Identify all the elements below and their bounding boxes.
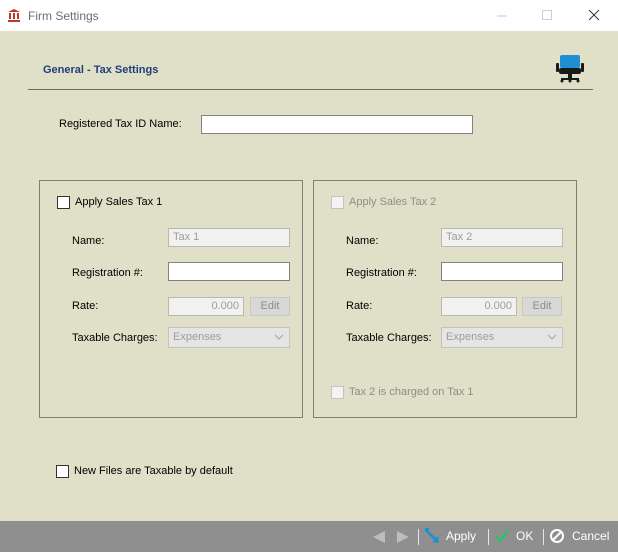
office-chair-icon (556, 55, 584, 83)
ok-label: OK (516, 529, 534, 543)
footer-separator (543, 529, 544, 545)
apply-sales-tax-2-checkbox[interactable] (331, 196, 344, 209)
apply-button[interactable]: Apply (424, 521, 482, 552)
close-icon (588, 9, 600, 21)
apply-sales-tax-1-checkbox[interactable] (57, 196, 70, 209)
sales-tax-1-group: Apply Sales Tax 1 Name: Tax 1 Registrati… (39, 180, 303, 418)
tax2-edit-button[interactable]: Edit (522, 297, 562, 316)
apply-sales-tax-2-label: Apply Sales Tax 2 (349, 196, 437, 208)
registered-tax-id-label: Registered Tax ID Name: (59, 118, 182, 130)
apply-label: Apply (446, 529, 477, 543)
tax2-registration-input[interactable] (441, 262, 563, 281)
tax1-name-label: Name: (72, 235, 105, 247)
apply-sales-tax-1-label: Apply Sales Tax 1 (75, 196, 163, 208)
maximize-icon (542, 10, 552, 20)
title-bar: Firm Settings (0, 0, 618, 31)
tax2-name-input[interactable]: Tax 2 (441, 228, 563, 247)
tax1-rate-label: Rate: (72, 300, 99, 312)
ok-button[interactable]: OK (494, 521, 538, 552)
apply-arrow-icon (425, 528, 439, 543)
app-logo-icon (8, 9, 20, 22)
tax2-taxable-charges-label: Taxable Charges: (346, 332, 432, 344)
sales-tax-2-group: Apply Sales Tax 2 Name: Tax 2 Registrati… (313, 180, 577, 418)
tax1-edit-button[interactable]: Edit (250, 297, 290, 316)
tax2-charged-on-tax1-label: Tax 2 is charged on Tax 1 (349, 386, 474, 398)
previous-arrow-icon[interactable] (372, 530, 386, 544)
registered-tax-id-input[interactable] (201, 115, 473, 134)
tax2-rate-input[interactable]: 0.000 (441, 297, 517, 316)
new-files-taxable-label: New Files are Taxable by default (74, 465, 233, 477)
new-files-taxable-checkbox[interactable] (56, 465, 69, 478)
cancel-label: Cancel (572, 529, 610, 543)
minimize-icon (497, 15, 507, 17)
chevron-down-icon (547, 334, 557, 340)
section-divider (28, 89, 593, 90)
maximize-button[interactable] (525, 0, 571, 31)
firm-settings-window: Firm Settings General - Tax Settings Reg… (0, 0, 618, 552)
tax1-taxable-charges-value: Expenses (173, 331, 222, 343)
tax2-charged-on-tax1-checkbox[interactable] (331, 386, 344, 399)
next-arrow-icon[interactable] (396, 530, 410, 544)
tax2-taxable-charges-value: Expenses (446, 331, 495, 343)
section-title: General - Tax Settings (43, 64, 159, 76)
tax1-name-input[interactable]: Tax 1 (168, 228, 290, 247)
tax2-rate-label: Rate: (346, 300, 373, 312)
tax1-taxable-charges-label: Taxable Charges: (72, 332, 158, 344)
footer-separator (418, 529, 419, 545)
footer-separator (488, 529, 489, 545)
tax1-rate-input[interactable]: 0.000 (168, 297, 244, 316)
cancel-button[interactable]: Cancel (549, 521, 613, 552)
tax2-name-label: Name: (346, 235, 379, 247)
tax2-taxable-charges-select[interactable]: Expenses (441, 327, 563, 348)
checkmark-icon (495, 529, 510, 544)
tax1-registration-input[interactable] (168, 262, 290, 281)
minimize-button[interactable] (480, 0, 526, 31)
window-title: Firm Settings (28, 9, 99, 23)
chevron-down-icon (274, 334, 284, 340)
cancel-circle-icon (550, 529, 564, 543)
tax2-registration-label: Registration #: (346, 267, 417, 279)
tax1-taxable-charges-select[interactable]: Expenses (168, 327, 290, 348)
close-button[interactable] (572, 0, 618, 31)
footer-toolbar: Apply OK Cancel (0, 521, 618, 552)
tax1-registration-label: Registration #: (72, 267, 143, 279)
